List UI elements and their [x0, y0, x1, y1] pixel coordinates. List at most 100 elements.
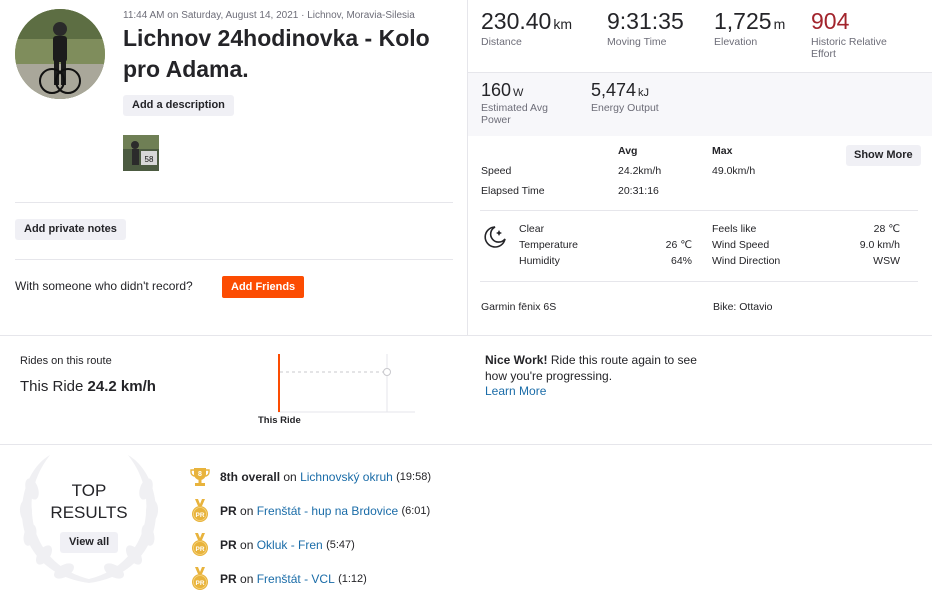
humidity-label: Humidity: [519, 255, 560, 267]
elevation-value: 1,725: [714, 8, 772, 34]
segment-link[interactable]: Frenštát - VCL: [257, 572, 335, 586]
nice-work-bold: Nice Work!: [485, 353, 548, 367]
result-row: 8 8th overall on Lichnovský okruh (19:58…: [190, 465, 431, 489]
temperature-value: 26 ℃: [665, 239, 692, 251]
wind-speed-label: Wind Speed: [712, 239, 770, 251]
stat-energy: 5,474 kJ Energy Output: [591, 80, 659, 114]
result-row: PR PR on Frenštát - VCL (1:12): [190, 567, 367, 591]
this-ride-prefix: This Ride: [20, 378, 84, 395]
power-label: Estimated Avg Power: [481, 102, 548, 126]
trophy-rank-number: 8: [198, 471, 202, 478]
result-on: on: [283, 470, 297, 484]
add-private-notes-button[interactable]: Add private notes: [15, 219, 126, 240]
device-name: Garmin fēnix 6S: [481, 301, 557, 313]
stat-elevation: 1,725 m Elevation: [714, 8, 785, 48]
elevation-label: Elevation: [714, 36, 758, 48]
divider: [480, 210, 918, 211]
result-rank: PR: [220, 572, 237, 586]
trophy-icon: 8: [190, 465, 210, 489]
route-section: Rides on this route This Ride 24.2 km/h …: [0, 335, 932, 445]
stat-moving-time: 9:31:35 Moving Time: [607, 8, 684, 48]
athlete-avatar[interactable]: [15, 9, 105, 99]
distance-label: Distance: [481, 36, 522, 48]
energy-label: Energy Output: [591, 102, 659, 114]
power-unit: W: [513, 87, 524, 99]
humidity-value: 64%: [670, 255, 692, 267]
wind-direction-value: WSW: [873, 255, 900, 267]
top-results-title-line2: RESULTS: [50, 503, 128, 522]
stat-distance: 230.40 km Distance: [481, 8, 572, 48]
temperature-label: Temperature: [519, 239, 578, 251]
chart-caption: This Ride: [258, 415, 301, 426]
result-on: on: [240, 538, 254, 552]
moving-time-label: Moving Time: [607, 36, 667, 48]
result-time: (6:01): [401, 505, 431, 517]
medal-label: PR: [195, 512, 204, 519]
segment-link[interactable]: Okluk - Fren: [257, 538, 323, 552]
elapsed-label: Elapsed Time: [481, 185, 545, 197]
rides-on-route-label: Rides on this route: [20, 355, 112, 367]
activity-summary: 11:44 AM on Saturday, August 14, 2021 · …: [0, 0, 468, 335]
speed-label: Speed: [481, 165, 512, 177]
elevation-unit: m: [773, 16, 786, 32]
result-rank: PR: [220, 504, 237, 518]
power-value: 160: [481, 80, 512, 100]
feels-like-value: 28 ℃: [873, 223, 900, 235]
route-encouragement: Nice Work! Ride this route again to see …: [485, 353, 705, 400]
distance-value: 230.40: [481, 8, 552, 34]
feels-like-label: Feels like: [712, 223, 757, 235]
wind-speed-value: 9.0 km/h: [859, 239, 900, 251]
divider: [15, 202, 453, 203]
medal-label: PR: [195, 546, 204, 553]
distance-unit: km: [553, 16, 573, 32]
activity-photo-thumbnail[interactable]: 58: [123, 135, 159, 171]
segment-link[interactable]: Frenštát - hup na Brdovice: [257, 504, 398, 518]
result-rank: PR: [220, 538, 237, 552]
friends-question: With someone who didn't record?: [15, 279, 193, 293]
divider: [480, 281, 918, 282]
divider: [15, 259, 453, 260]
pr-medal-icon: PR: [190, 499, 210, 523]
top-results-title-line1: TOP: [71, 481, 107, 500]
add-description-button[interactable]: Add a description: [123, 95, 234, 116]
result-time: (1:12): [338, 573, 367, 585]
next-ride-point: [383, 368, 391, 376]
photo-number-badge: 58: [145, 155, 154, 164]
relative-effort-value: 904: [811, 8, 850, 34]
show-more-button[interactable]: Show More: [846, 145, 921, 166]
energy-value: 5,474: [591, 80, 637, 100]
activity-stats: 230.40 km Distance 9:31:35 Moving Time 1,…: [468, 0, 932, 335]
add-friends-button[interactable]: Add Friends: [222, 276, 305, 298]
activity-title[interactable]: Lichnov 24hodinovka - Kolo pro Adama.: [123, 23, 453, 85]
stat-relative-effort[interactable]: 904 Historic Relative Effort: [811, 8, 911, 60]
this-ride-summary: This Ride 24.2 km/h: [20, 378, 156, 395]
speed-avg: 24.2km/h: [618, 165, 662, 177]
result-rank: 8th overall: [220, 470, 281, 484]
wind-direction-label: Wind Direction: [712, 255, 781, 267]
result-on: on: [240, 572, 254, 586]
medal-label: PR: [195, 580, 204, 587]
weather-condition: Clear: [519, 223, 545, 235]
pr-medal-icon: PR: [190, 567, 210, 591]
top-results-section: TOP RESULTS View all 8 8th overall on Li…: [0, 445, 932, 609]
activity-timestamp: 11:44 AM on Saturday, August 14, 2021 · …: [123, 10, 415, 21]
elapsed-value: 20:31:16: [618, 185, 659, 197]
moon-clear-icon: [482, 224, 508, 250]
result-time: (19:58): [396, 471, 431, 483]
bike-name[interactable]: Bike: Ottavio: [713, 301, 773, 313]
route-progress-chart: This Ride: [255, 352, 420, 432]
result-on: on: [240, 504, 254, 518]
view-all-button[interactable]: View all: [60, 532, 119, 553]
top-results-title: TOP RESULTS: [29, 480, 149, 524]
result-row: PR PR on Okluk - Fren (5:47): [190, 533, 355, 557]
learn-more-link[interactable]: Learn More: [485, 384, 546, 398]
moving-time-value: 9:31:35: [607, 8, 684, 34]
avg-header: Avg: [618, 145, 638, 157]
max-header: Max: [712, 145, 733, 157]
segment-link[interactable]: Lichnovský okruh: [300, 470, 393, 484]
result-row: PR PR on Frenštát - hup na Brdovice (6:0…: [190, 499, 430, 523]
relative-effort-label: Historic Relative Effort: [811, 36, 887, 60]
this-ride-speed: 24.2 km/h: [87, 378, 156, 395]
pr-medal-icon: PR: [190, 533, 210, 557]
result-time: (5:47): [326, 539, 355, 551]
